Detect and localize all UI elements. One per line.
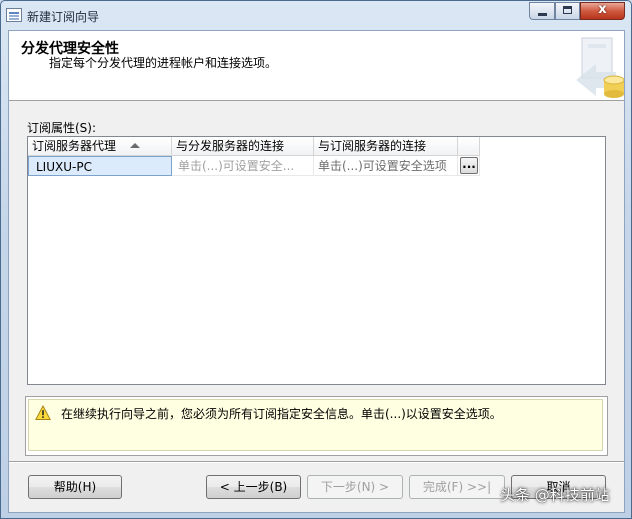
button-cell: ...	[458, 156, 480, 176]
back-button[interactable]: < 上一步(B)	[206, 475, 301, 499]
column-header-subscriber-connection[interactable]: 与订阅服务器的连接	[314, 137, 458, 155]
finish-button[interactable]: 完成(F) >>|	[409, 475, 505, 499]
window-title: 新建订阅向导	[27, 10, 100, 24]
help-button[interactable]: 帮助(H)	[28, 475, 122, 499]
watermark-text: 头条 @科技前站	[500, 486, 610, 504]
table-row[interactable]: LIUXU-PC 单击(...)可设置安全... 单击(...)可设置安全选项 …	[28, 156, 480, 176]
page-subtitle: 指定每个分发代理的进程帐户和连接选项。	[49, 56, 278, 70]
close-icon: x	[598, 2, 607, 17]
warning-icon	[35, 405, 51, 420]
agent-cell[interactable]: LIUXU-PC	[28, 156, 172, 176]
column-header-agent-label: 订阅服务器代理	[32, 139, 117, 153]
database-security-icon	[576, 37, 624, 98]
minimize-button[interactable]	[529, 2, 555, 20]
column-header-agent[interactable]: 订阅服务器代理	[28, 137, 172, 155]
set-security-button[interactable]: ...	[460, 157, 478, 174]
app-icon	[6, 8, 22, 22]
distributor-connection-cell[interactable]: 单击(...)可设置安全...	[172, 156, 314, 176]
subscription-properties-grid[interactable]: 订阅服务器代理 与分发服务器的连接 与订阅服务器的连接 LIUXU-PC 单击(…	[27, 136, 606, 385]
column-header-distributor-connection[interactable]: 与分发服务器的连接	[172, 137, 314, 155]
message-panel: 在继续执行向导之前，您必须为所有订阅指定安全信息。单击(...)以设置安全选项。	[25, 396, 608, 456]
button-separator	[9, 461, 624, 463]
title-bar[interactable]: 新建订阅向导 x	[1, 1, 631, 30]
next-button[interactable]: 下一步(N) >	[307, 475, 403, 499]
wizard-client-area: 分发代理安全性 指定每个分发代理的进程帐户和连接选项。 订阅属性(S): 订阅服…	[8, 30, 625, 513]
warning-message-box: 在继续执行向导之前，您必须为所有订阅指定安全信息。单击(...)以设置安全选项。	[28, 399, 603, 451]
column-header-button	[458, 137, 480, 155]
close-button[interactable]: x	[580, 2, 625, 20]
maximize-button[interactable]	[555, 2, 580, 20]
grid-caption: 订阅属性(S):	[27, 121, 97, 135]
warning-message-text: 在继续执行向导之前，您必须为所有订阅指定安全信息。单击(...)以设置安全选项。	[61, 407, 502, 421]
wizard-window: 新建订阅向导 x 分发代理安全性 指定每个分发代理的进程帐户和连接选项。 订阅属…	[0, 0, 632, 519]
wizard-header: 分发代理安全性 指定每个分发代理的进程帐户和连接选项。	[9, 31, 624, 101]
subscriber-connection-cell[interactable]: 单击(...)可设置安全选项	[314, 156, 458, 176]
grid-header: 订阅服务器代理 与分发服务器的连接 与订阅服务器的连接	[28, 137, 480, 156]
sort-ascending-icon	[130, 143, 140, 148]
